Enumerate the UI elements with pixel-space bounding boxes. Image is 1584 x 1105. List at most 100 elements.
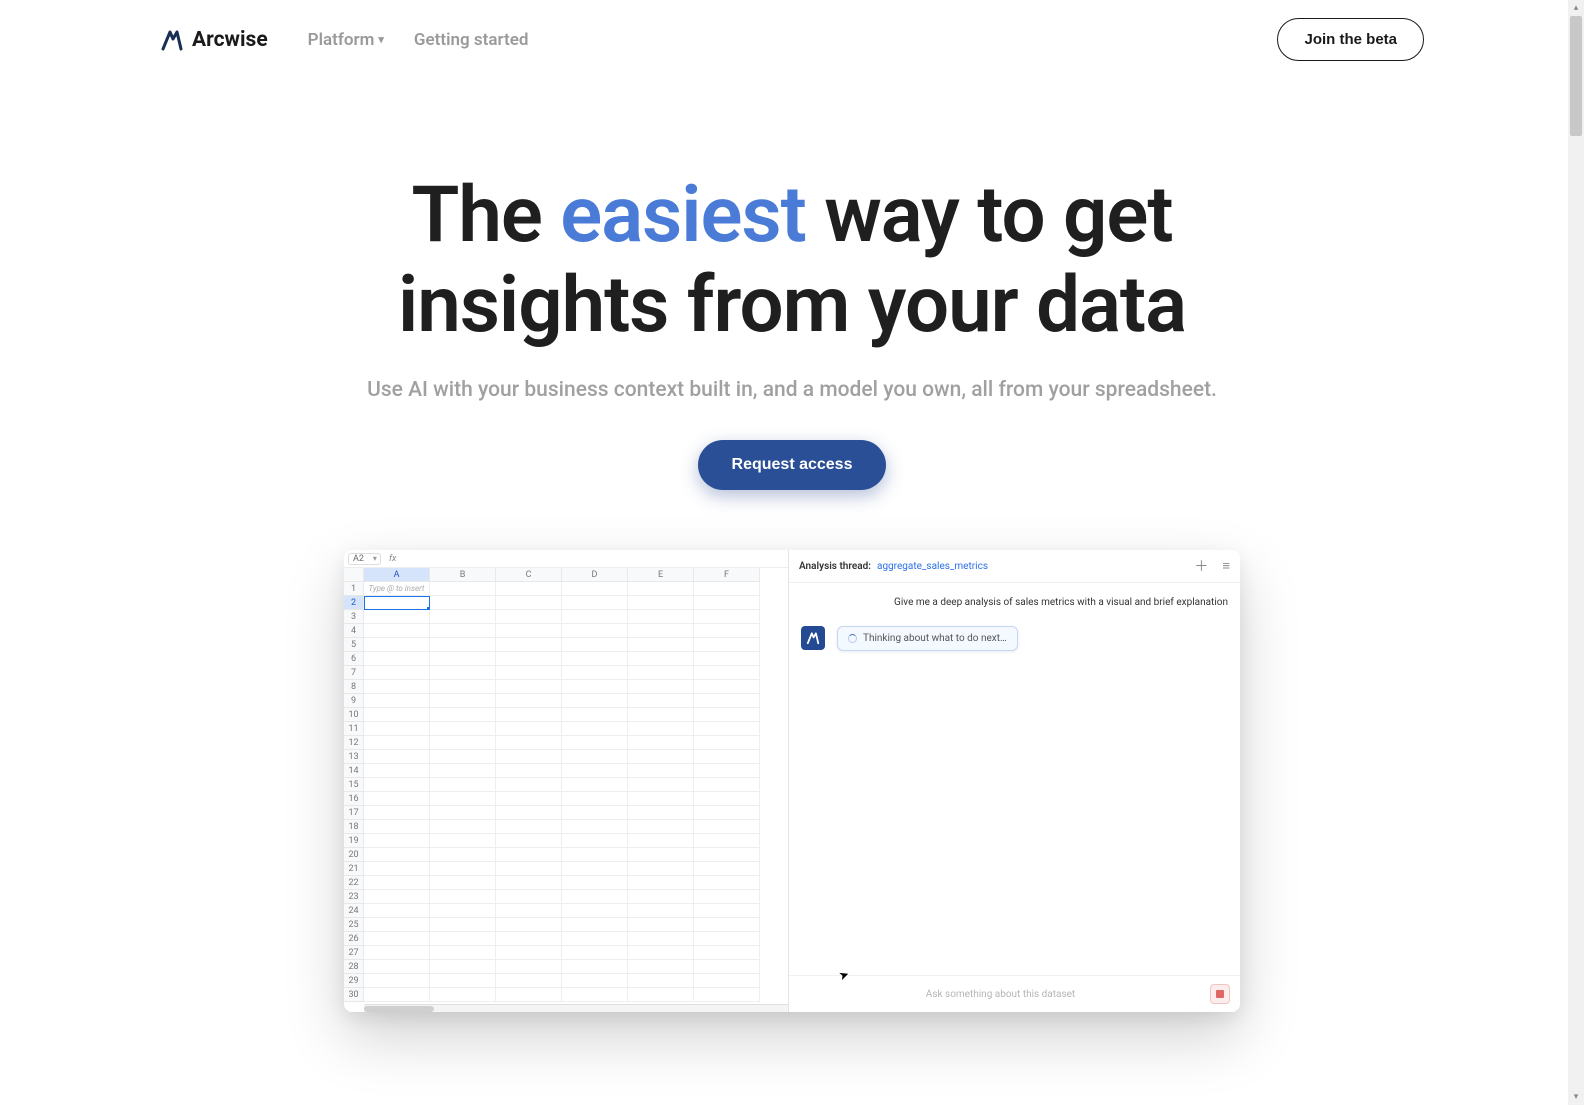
sheet-cell[interactable] bbox=[430, 904, 496, 918]
sheet-cell[interactable] bbox=[628, 834, 694, 848]
row-header[interactable]: 7 bbox=[344, 666, 364, 680]
sheet-cell[interactable] bbox=[364, 750, 430, 764]
sheet-cell[interactable] bbox=[430, 736, 496, 750]
sheet-cell[interactable] bbox=[496, 862, 562, 876]
sheet-cell[interactable] bbox=[430, 862, 496, 876]
row-header[interactable]: 3 bbox=[344, 610, 364, 624]
row-header[interactable]: 18 bbox=[344, 820, 364, 834]
sheet-cell[interactable] bbox=[562, 918, 628, 932]
sheet-cell[interactable] bbox=[628, 694, 694, 708]
sheet-cell[interactable] bbox=[496, 708, 562, 722]
sheet-cell[interactable] bbox=[430, 638, 496, 652]
sheet-cell[interactable] bbox=[628, 932, 694, 946]
sheet-cell[interactable] bbox=[694, 624, 760, 638]
sheet-cell[interactable] bbox=[694, 610, 760, 624]
sheet-cell[interactable] bbox=[694, 834, 760, 848]
sheet-cell[interactable] bbox=[430, 652, 496, 666]
sheet-cell[interactable] bbox=[496, 946, 562, 960]
sheet-corner[interactable] bbox=[344, 568, 364, 582]
sheet-cell[interactable] bbox=[628, 820, 694, 834]
sheet-cell[interactable] bbox=[430, 750, 496, 764]
sheet-cell[interactable] bbox=[496, 624, 562, 638]
sheet-cell[interactable] bbox=[496, 764, 562, 778]
row-header[interactable]: 4 bbox=[344, 624, 364, 638]
cell-reference-box[interactable]: A2 bbox=[348, 553, 381, 565]
row-header[interactable]: 15 bbox=[344, 778, 364, 792]
sheet-cell[interactable] bbox=[364, 932, 430, 946]
sheet-cell[interactable] bbox=[496, 680, 562, 694]
sheet-cell[interactable] bbox=[430, 932, 496, 946]
sheet-cell[interactable] bbox=[562, 876, 628, 890]
page-vertical-scrollbar[interactable]: ▴ ▾ bbox=[1568, 0, 1584, 1105]
sheet-cell[interactable] bbox=[562, 582, 628, 596]
sheet-cell[interactable] bbox=[364, 666, 430, 680]
column-header[interactable]: B bbox=[430, 568, 496, 582]
sheet-cell[interactable] bbox=[628, 862, 694, 876]
sheet-cell[interactable] bbox=[628, 666, 694, 680]
row-header[interactable]: 1 bbox=[344, 582, 364, 596]
sheet-cell[interactable] bbox=[496, 638, 562, 652]
sheet-cell[interactable] bbox=[694, 750, 760, 764]
sheet-cell[interactable] bbox=[562, 666, 628, 680]
column-header[interactable]: E bbox=[628, 568, 694, 582]
sheet-cell[interactable] bbox=[694, 862, 760, 876]
sheet-cell[interactable] bbox=[496, 666, 562, 680]
sheet-cell[interactable] bbox=[694, 582, 760, 596]
sheet-cell[interactable] bbox=[496, 974, 562, 988]
sheet-cell[interactable] bbox=[562, 764, 628, 778]
sheet-cell[interactable] bbox=[496, 694, 562, 708]
sheet-cell[interactable] bbox=[364, 974, 430, 988]
brand-logo[interactable]: Arcwise bbox=[160, 28, 268, 52]
sheet-cell[interactable] bbox=[496, 722, 562, 736]
sheet-cell[interactable] bbox=[694, 736, 760, 750]
sheet-cell[interactable] bbox=[694, 694, 760, 708]
sheet-cell[interactable] bbox=[694, 666, 760, 680]
sheet-cell[interactable] bbox=[694, 764, 760, 778]
sheet-cell[interactable] bbox=[562, 848, 628, 862]
sheet-cell[interactable] bbox=[628, 848, 694, 862]
sheet-cell[interactable] bbox=[562, 932, 628, 946]
row-header[interactable]: 17 bbox=[344, 806, 364, 820]
sheet-cell[interactable] bbox=[496, 932, 562, 946]
sheet-cell[interactable] bbox=[694, 638, 760, 652]
sheet-cell[interactable] bbox=[430, 792, 496, 806]
sheet-cell[interactable] bbox=[430, 624, 496, 638]
sheet-cell[interactable] bbox=[496, 890, 562, 904]
sheet-cell[interactable] bbox=[430, 820, 496, 834]
sheet-cell[interactable] bbox=[364, 652, 430, 666]
scrollbar-thumb[interactable] bbox=[364, 1006, 434, 1012]
sheet-cell[interactable] bbox=[430, 778, 496, 792]
sheet-cell[interactable] bbox=[628, 610, 694, 624]
sheet-cell[interactable] bbox=[430, 946, 496, 960]
sheet-cell[interactable] bbox=[562, 988, 628, 1002]
sheet-cell[interactable] bbox=[364, 708, 430, 722]
sheet-cell[interactable] bbox=[562, 596, 628, 610]
row-header[interactable]: 19 bbox=[344, 834, 364, 848]
sheet-cell[interactable] bbox=[430, 582, 496, 596]
sheet-cell[interactable] bbox=[430, 848, 496, 862]
column-header[interactable]: F bbox=[694, 568, 760, 582]
row-header[interactable]: 21 bbox=[344, 862, 364, 876]
row-header[interactable]: 23 bbox=[344, 890, 364, 904]
sheet-cell[interactable] bbox=[694, 820, 760, 834]
join-beta-button[interactable]: Join the beta bbox=[1277, 18, 1424, 61]
sheet-cell[interactable] bbox=[628, 722, 694, 736]
sheet-cell[interactable] bbox=[628, 960, 694, 974]
sheet-cell[interactable] bbox=[562, 708, 628, 722]
nav-link-platform[interactable]: Platform ▾ bbox=[308, 30, 384, 50]
sheet-cell[interactable] bbox=[628, 890, 694, 904]
sheet-cell[interactable] bbox=[694, 778, 760, 792]
thread-name[interactable]: aggregate_sales_metrics bbox=[877, 561, 988, 572]
sheet-cell[interactable] bbox=[430, 680, 496, 694]
row-header[interactable]: 28 bbox=[344, 960, 364, 974]
sheet-cell[interactable] bbox=[364, 736, 430, 750]
row-header[interactable]: 11 bbox=[344, 722, 364, 736]
sheet-cell[interactable] bbox=[694, 708, 760, 722]
sheet-cell[interactable] bbox=[430, 890, 496, 904]
sheet-cell[interactable] bbox=[364, 638, 430, 652]
sheet-cell[interactable] bbox=[562, 722, 628, 736]
sheet-cell[interactable] bbox=[364, 862, 430, 876]
sheet-cell[interactable] bbox=[562, 904, 628, 918]
new-thread-icon[interactable]: ＋ bbox=[1194, 556, 1208, 576]
sheet-cell[interactable] bbox=[364, 918, 430, 932]
